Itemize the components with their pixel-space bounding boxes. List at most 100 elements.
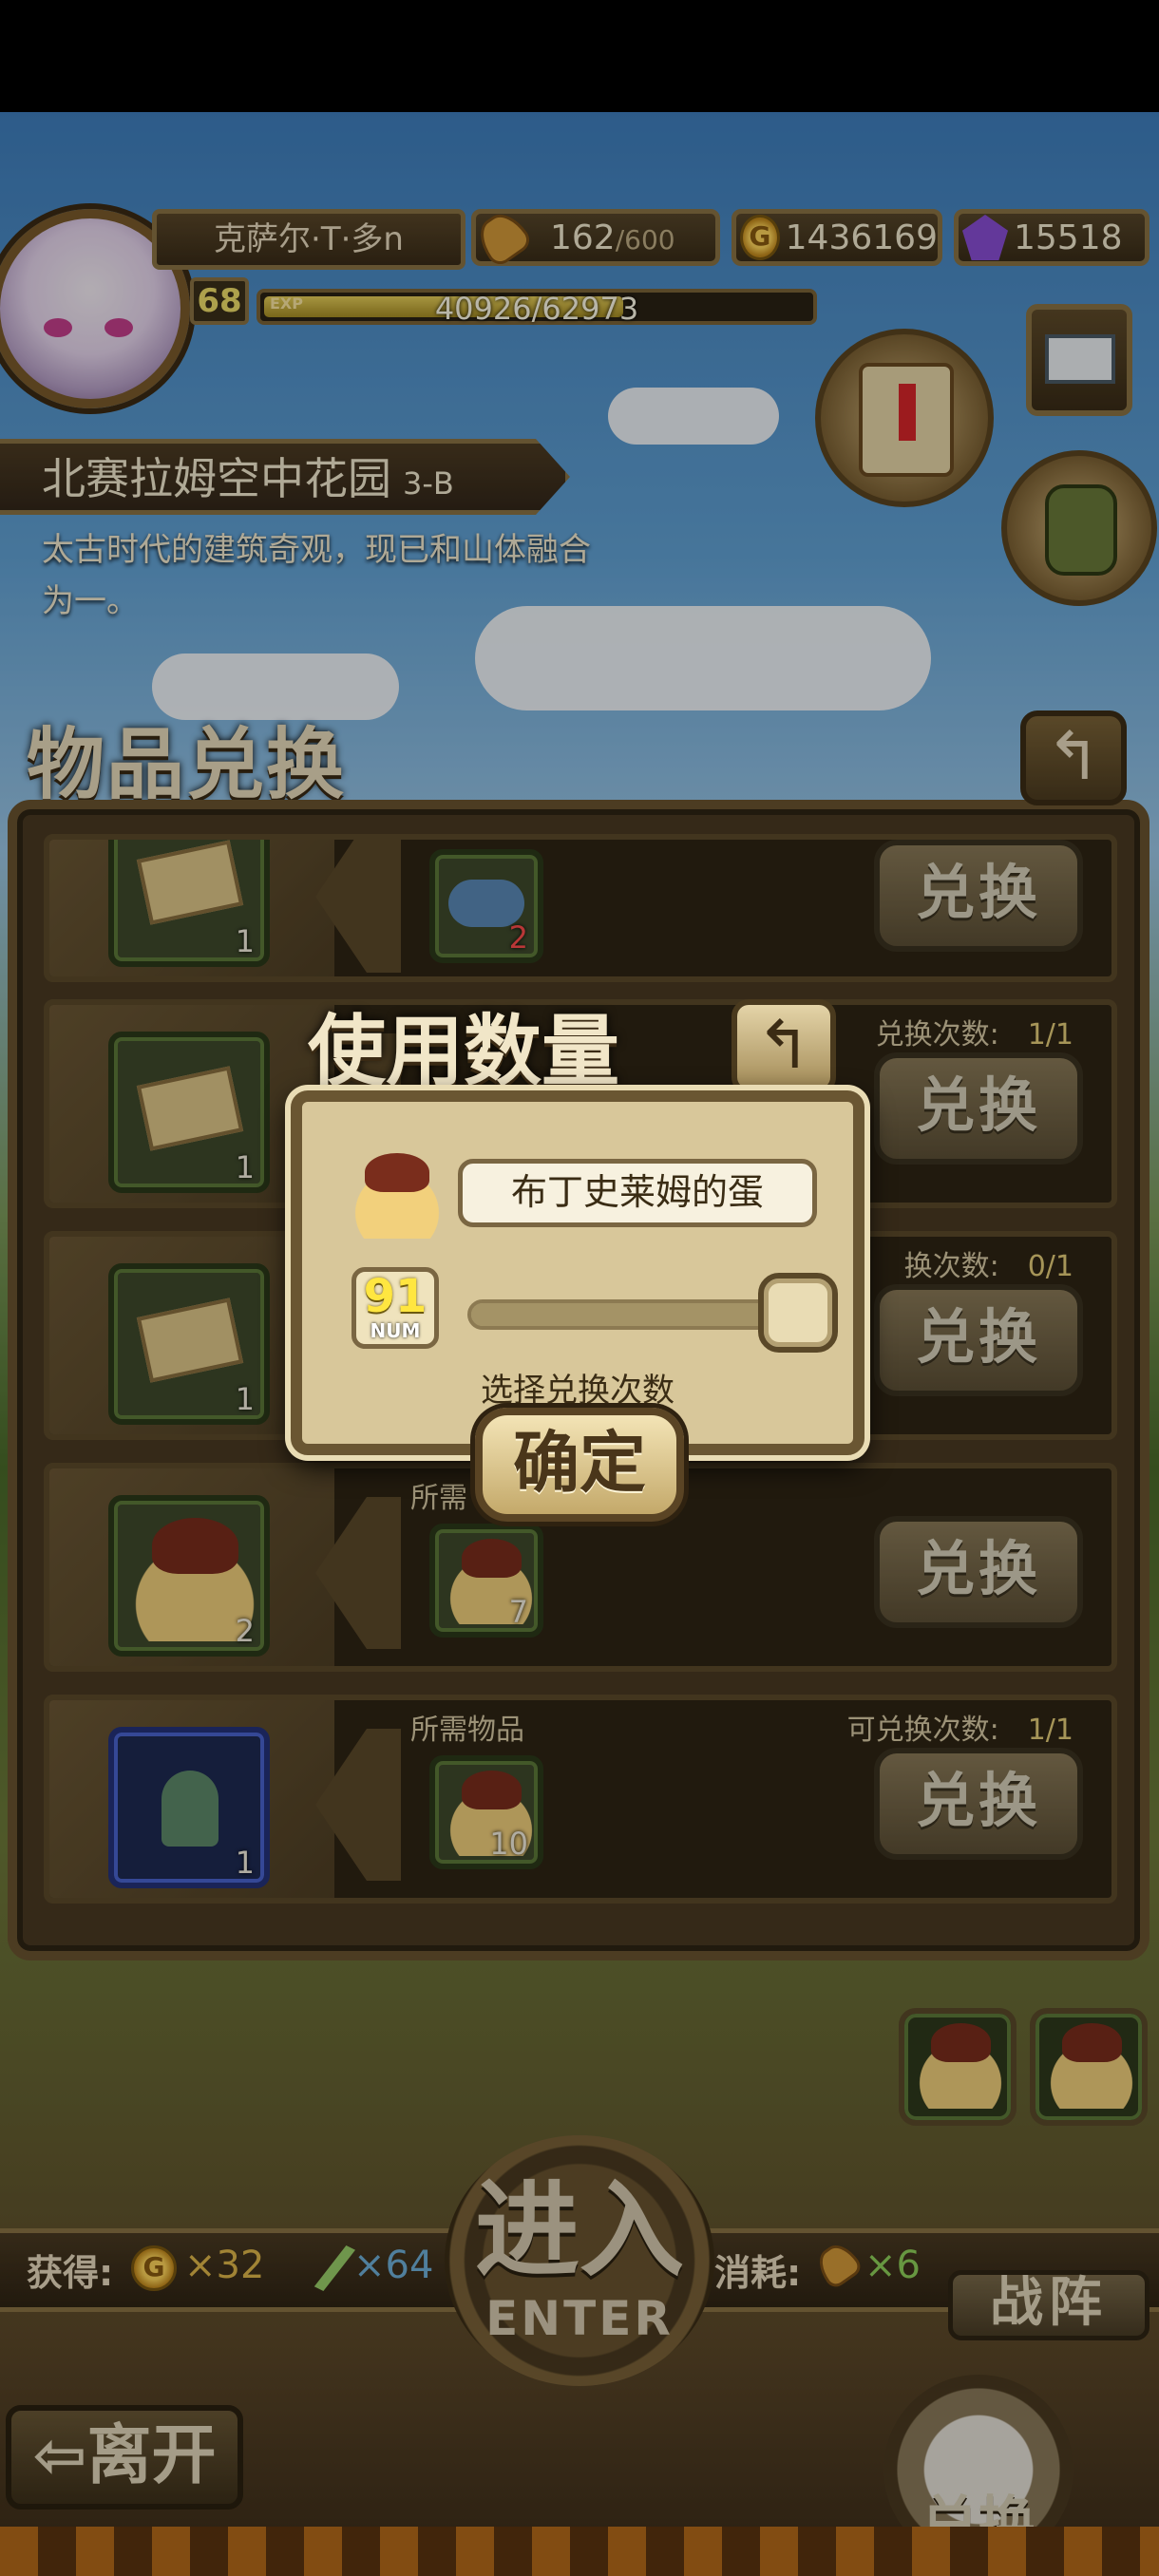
avatar-eye [44, 318, 72, 337]
stamina-value: 162 [550, 218, 616, 257]
exchange-button[interactable]: 兑换 [874, 840, 1083, 952]
exchange-count-value: 1/1 [1027, 1018, 1074, 1051]
pudding-slime-egg-icon [352, 1153, 443, 1239]
stage-name: 北赛拉姆空中花园 [42, 453, 391, 504]
leave-label: 离开 [86, 2418, 217, 2493]
gold-coin-icon: G [740, 215, 780, 260]
reward-quantity: 1 [235, 923, 255, 959]
enter-button[interactable]: 进入 ENTER [445, 2135, 714, 2386]
max-quantity-label: NUM [370, 1319, 421, 1342]
consume-label: 消耗: [714, 2252, 802, 2294]
cost-slot[interactable]: 7 [429, 1524, 543, 1638]
reward-slot[interactable]: 1 [108, 1032, 270, 1193]
gain-label: 获得: [27, 2252, 114, 2294]
gold-value: 1436169 [785, 218, 938, 257]
ticket-icon [136, 1297, 244, 1383]
reward-slot[interactable]: 1 [108, 840, 270, 967]
exchange-row: 1 2 兑换 [44, 834, 1117, 982]
stamina-counter[interactable]: 162/600 [470, 205, 720, 270]
exp-value: 40926/62973 [434, 291, 639, 327]
cost-quantity: 10 [489, 1826, 528, 1862]
stamina-max: /600 [615, 223, 675, 256]
avatar-eye [104, 318, 133, 337]
exchange-count-value: 1/1 [1027, 1714, 1074, 1747]
material-slot[interactable] [899, 2008, 1016, 2126]
gem-icon [962, 215, 1008, 260]
cloud [608, 388, 779, 445]
cost-quantity: 2 [508, 919, 528, 956]
stage-description: 太古时代的建筑奇观，现已和山体融合为一。 [42, 531, 591, 620]
gem-counter[interactable]: 15518 [954, 209, 1150, 266]
max-quantity-badge[interactable]: 91 NUM [352, 1267, 439, 1349]
reward-quantity: 1 [235, 1845, 255, 1881]
stage-code: 3-B [403, 465, 454, 502]
exchange-panel-title: 物品兑换 [27, 720, 347, 810]
lineup-button[interactable]: 战阵 [948, 2270, 1150, 2340]
required-items-label: 所需 [410, 1482, 467, 1515]
cost-slot[interactable]: 2 [429, 849, 543, 963]
panel-back-button[interactable]: ↰ [1020, 710, 1127, 805]
exchange-count-value: 0/1 [1027, 1250, 1074, 1283]
gem-value: 15518 [1014, 218, 1123, 257]
exchange-row: 所需物品 可兑换次数: 1/1 1 10 兑换 [44, 1695, 1117, 1904]
quantity-slider-knob[interactable] [758, 1273, 838, 1353]
cost-quantity: 7 [508, 1594, 528, 1630]
required-items-label: 所需物品 [410, 1714, 524, 1747]
scroll-icon [859, 363, 954, 477]
confirm-button[interactable]: 确定 [475, 1408, 684, 1522]
return-arrow-icon: ↰ [1045, 717, 1102, 795]
exchange-button[interactable]: 兑换 [874, 1284, 1083, 1396]
stage-title: 北赛拉姆空中花园 3-B [42, 445, 454, 507]
pudding-icon [918, 2023, 1003, 2109]
exchange-count: 可兑换次数: 1/1 [847, 1706, 1074, 1748]
gold-counter[interactable]: G 1436169 [732, 209, 942, 266]
backpack-icon [1045, 484, 1117, 576]
modal-hint: 选择兑换次数 [481, 1372, 674, 1410]
material-slot[interactable] [1030, 2008, 1148, 2126]
reward-slot[interactable]: 1 [108, 1263, 270, 1425]
quest-scroll-button[interactable] [815, 329, 994, 507]
reward-slot[interactable]: 2 [108, 1495, 270, 1657]
ticket-icon [136, 1066, 244, 1151]
back-arrow-icon: ⇦ [32, 2418, 87, 2493]
consume-stamina: ×6 [864, 2244, 921, 2287]
gain-gold: ×32 [184, 2244, 265, 2287]
exchange-button[interactable]: 兑换 [874, 1516, 1083, 1628]
exchange-button[interactable]: 兑换 [874, 1748, 1083, 1860]
player-level: 68 [190, 277, 249, 325]
exp-bar: EXP 40926/62973 [256, 289, 817, 327]
pudding-slime-icon [1049, 2023, 1134, 2109]
max-quantity-value: 91 [363, 1270, 428, 1323]
exclamation-icon [899, 384, 916, 441]
enter-label: 进入 [475, 2169, 684, 2291]
ground-border [0, 2527, 1159, 2576]
bag-button[interactable] [1001, 450, 1157, 606]
quantity-slider-fill [471, 1303, 806, 1326]
return-arrow-icon: ↰ [755, 1006, 812, 1084]
reward-quantity: 2 [235, 1613, 255, 1649]
exchange-count-label: 兑换次数: [875, 1018, 999, 1051]
bread-icon [470, 205, 535, 270]
exchange-count: 兑换次数: 1/1 [876, 1011, 1074, 1052]
exchange-count-label: 可兑换次数: [846, 1714, 999, 1747]
enter-sublabel: ENTER [485, 2291, 674, 2346]
reward-slot[interactable]: 1 [108, 1727, 270, 1888]
modal-title: 使用数量 [308, 1007, 620, 1097]
statue-icon [162, 1771, 218, 1847]
ticket-icon [136, 840, 244, 925]
leave-button[interactable]: ⇦离开 [6, 2405, 243, 2510]
gain-feather: ×64 [353, 2244, 434, 2287]
exchange-count: 换次数: 0/1 [904, 1242, 1074, 1284]
cost-slot[interactable]: 10 [429, 1755, 543, 1869]
modal-item-name: 布丁史莱姆的蛋 [458, 1159, 817, 1227]
exchange-button[interactable]: 兑换 [874, 1052, 1083, 1165]
mail-button[interactable] [1026, 304, 1132, 416]
exchange-count-label: 换次数: [903, 1250, 999, 1283]
reward-quantity: 1 [235, 1149, 255, 1185]
quantity-modal: 布丁史莱姆的蛋 91 NUM 选择兑换次数 [291, 1090, 864, 1455]
status-bar [0, 0, 1159, 112]
envelope-icon [1045, 334, 1115, 384]
player-name: 克萨尔·T·多n [152, 209, 466, 270]
gold-coin-icon: G [131, 2245, 177, 2291]
modal-back-button[interactable]: ↰ [732, 999, 836, 1094]
